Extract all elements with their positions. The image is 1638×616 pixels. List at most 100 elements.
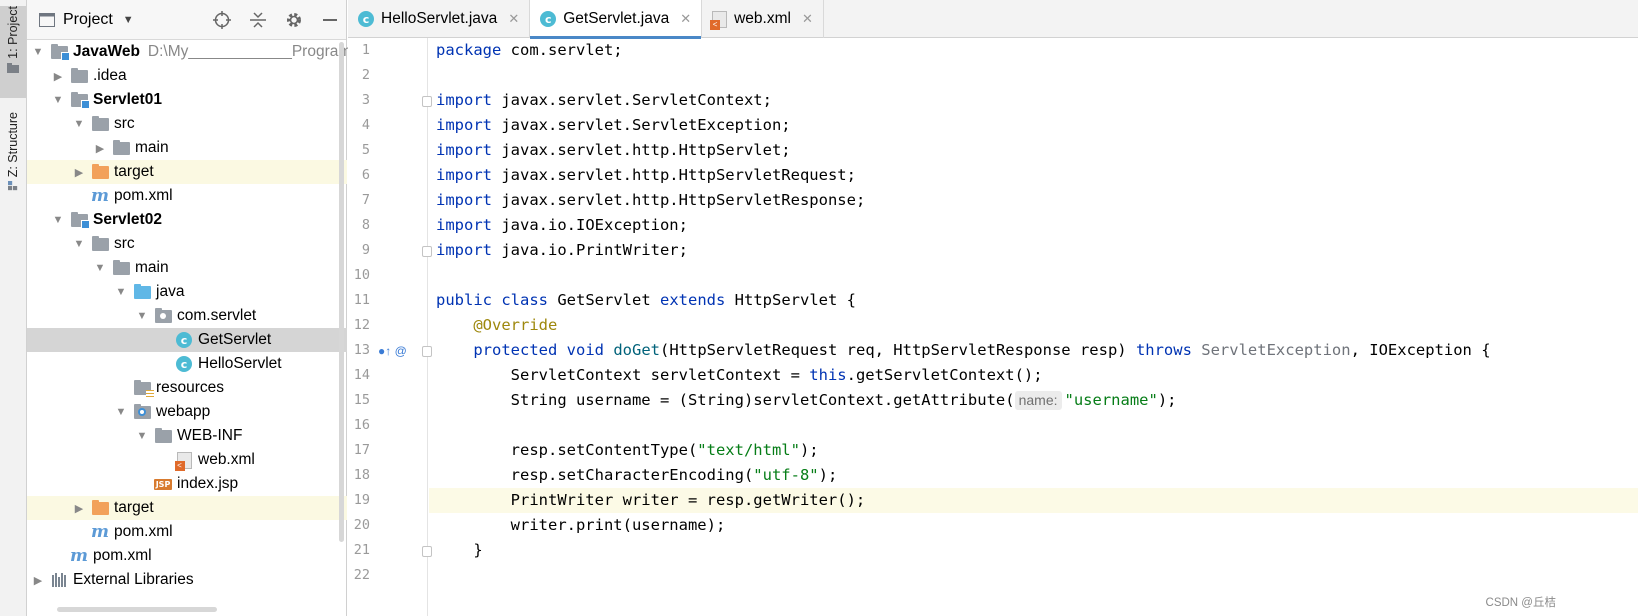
code-token: java.io.PrintWriter; bbox=[492, 241, 688, 259]
line-number: 2 bbox=[361, 67, 370, 83]
tree-item-pom[interactable]: m pom.xml bbox=[27, 520, 347, 544]
tree-item-index-jsp[interactable]: JSP index.jsp bbox=[27, 472, 347, 496]
maven-icon: m bbox=[91, 186, 109, 206]
close-icon[interactable]: ✕ bbox=[680, 11, 691, 27]
chevron-down-icon[interactable]: ▼ bbox=[135, 430, 149, 442]
tree-item-src[interactable]: ▼ src bbox=[27, 112, 347, 136]
tree-item-helloservlet[interactable]: c HelloServlet bbox=[27, 352, 347, 376]
code-line: package com.servlet; bbox=[429, 38, 1638, 63]
chevron-down-icon[interactable]: ▼ bbox=[51, 94, 65, 106]
class-icon: c bbox=[175, 356, 193, 372]
tree-item-java[interactable]: ▼ java bbox=[27, 280, 347, 304]
tree-item-label: pom.xml bbox=[114, 187, 173, 204]
tree-item-web-inf[interactable]: ▼ WEB-INF bbox=[27, 424, 347, 448]
tree-item-pom[interactable]: m pom.xml bbox=[27, 544, 347, 568]
tool-window-strip: 1: Project Z: Structure bbox=[0, 0, 27, 616]
line-number: 9 bbox=[361, 242, 370, 258]
chevron-down-icon[interactable]: ▼ bbox=[31, 46, 45, 58]
code-area[interactable]: package com.servlet; import javax.servle… bbox=[429, 38, 1638, 616]
tree-item-external-libraries[interactable]: ▶ External Libraries bbox=[27, 568, 347, 592]
tree-item-target[interactable]: ▶ target bbox=[27, 160, 347, 184]
tab-web-xml[interactable]: web.xml ✕ bbox=[702, 0, 824, 38]
line-number: 7 bbox=[361, 192, 370, 208]
line-number: 18 bbox=[353, 467, 370, 483]
tree-item-label: target bbox=[114, 163, 154, 180]
chevron-right-icon[interactable]: ▶ bbox=[72, 166, 86, 179]
tree-item-label: target bbox=[114, 499, 154, 516]
code-token: javax.servlet.http.HttpServlet; bbox=[492, 141, 791, 159]
tree-item-getservlet[interactable]: c GetServlet bbox=[27, 328, 347, 352]
tree-item-idea[interactable]: ▶ .idea bbox=[27, 64, 347, 88]
chevron-down-icon[interactable]: ▼ bbox=[114, 406, 128, 418]
chevron-down-icon[interactable]: ▼ bbox=[135, 310, 149, 322]
module-folder-icon bbox=[50, 43, 70, 61]
gear-icon[interactable] bbox=[284, 10, 304, 30]
tree-item-web-xml[interactable]: web.xml bbox=[27, 448, 347, 472]
tab-helloservlet[interactable]: c HelloServlet.java ✕ bbox=[348, 0, 531, 38]
tree-item-main[interactable]: ▼ main bbox=[27, 256, 347, 280]
project-panel-title: Project bbox=[63, 11, 113, 28]
tab-getservlet[interactable]: c GetServlet.java ✕ bbox=[530, 0, 703, 39]
class-icon: c bbox=[540, 11, 557, 27]
code-token: resp.setCharacterEncoding( bbox=[510, 466, 754, 484]
line-number: 10 bbox=[353, 267, 370, 283]
tree-item-javaweb[interactable]: ▼ JavaWeb D:\My____________Program bbox=[27, 40, 351, 64]
project-view-selector[interactable]: Project ▼ bbox=[39, 0, 134, 40]
tree-item-target[interactable]: ▶ target bbox=[27, 496, 347, 520]
watermark: CSDN @丘桔 bbox=[1485, 597, 1556, 609]
tree-item-webapp[interactable]: ▼ webapp bbox=[27, 400, 347, 424]
line-number: 4 bbox=[361, 117, 370, 133]
tree-item-label: JavaWeb bbox=[73, 43, 140, 60]
tree-item-src[interactable]: ▼ src bbox=[27, 232, 347, 256]
code-token: javax.servlet.http.HttpServletResponse; bbox=[492, 191, 866, 209]
chevron-down-icon[interactable]: ▼ bbox=[93, 262, 107, 274]
code-token: writer.print(username); bbox=[510, 516, 726, 534]
tree-item-label: web.xml bbox=[198, 451, 255, 468]
project-tool-button[interactable]: 1: Project bbox=[0, 6, 26, 98]
project-path-hint: D:\My____________Program bbox=[147, 43, 352, 60]
override-marker-icon[interactable]: ●↑ @ bbox=[378, 344, 407, 358]
close-icon[interactable]: ✕ bbox=[802, 11, 813, 27]
chevron-down-icon[interactable]: ▼ bbox=[72, 238, 86, 250]
code-line: import java.io.IOException; bbox=[429, 213, 1638, 238]
code-line: import javax.servlet.http.HttpServlet; bbox=[429, 138, 1638, 163]
project-horizontal-scrollbar[interactable] bbox=[57, 607, 217, 612]
tree-item-label: .idea bbox=[93, 67, 127, 84]
tree-item-label: External Libraries bbox=[73, 571, 194, 588]
project-vertical-scrollbar[interactable] bbox=[339, 42, 344, 542]
chevron-right-icon[interactable]: ▶ bbox=[31, 574, 45, 587]
tree-item-servlet02[interactable]: ▼ Servlet02 bbox=[27, 208, 347, 232]
module-folder-icon bbox=[70, 211, 90, 229]
chevron-right-icon[interactable]: ▶ bbox=[51, 70, 65, 83]
excluded-folder-icon bbox=[91, 499, 109, 516]
structure-tool-button[interactable]: Z: Structure bbox=[0, 112, 26, 210]
chevron-right-icon[interactable]: ▶ bbox=[93, 142, 107, 155]
project-panel-toolbar bbox=[212, 0, 340, 40]
code-token: "text/html" bbox=[697, 441, 800, 459]
tree-item-com-servlet[interactable]: ▼ com.servlet bbox=[27, 304, 347, 328]
class-icon: c bbox=[358, 11, 374, 27]
chevron-down-icon[interactable]: ▼ bbox=[51, 214, 65, 226]
collapse-all-icon[interactable] bbox=[248, 10, 268, 30]
tree-item-pom[interactable]: m pom.xml bbox=[27, 184, 347, 208]
locate-icon[interactable] bbox=[212, 10, 232, 30]
code-line: ServletContext servletContext = this.get… bbox=[429, 363, 1638, 388]
tree-item-main[interactable]: ▶ main bbox=[27, 136, 347, 160]
chevron-down-icon[interactable]: ▼ bbox=[114, 286, 128, 298]
line-number: 20 bbox=[353, 517, 370, 533]
code-line: String username = (String)servletContext… bbox=[429, 388, 1638, 413]
chevron-down-icon[interactable]: ▼ bbox=[72, 118, 86, 130]
tree-item-resources[interactable]: resources bbox=[27, 376, 347, 400]
close-icon[interactable]: ✕ bbox=[508, 11, 519, 27]
code-token: java.io.IOException; bbox=[492, 216, 688, 234]
code-token: ServletContext servletContext = bbox=[510, 366, 810, 384]
code-token: import bbox=[436, 141, 492, 159]
chevron-right-icon[interactable]: ▶ bbox=[72, 502, 86, 515]
line-number: 11 bbox=[353, 292, 370, 308]
tree-item-servlet01[interactable]: ▼ Servlet01 bbox=[27, 88, 347, 112]
hide-panel-icon[interactable] bbox=[320, 10, 340, 30]
tree-item-label: com.servlet bbox=[177, 307, 257, 324]
code-token: javax.servlet.ServletException; bbox=[492, 116, 791, 134]
tree-item-label: pom.xml bbox=[93, 547, 152, 564]
line-number: 16 bbox=[353, 417, 370, 433]
